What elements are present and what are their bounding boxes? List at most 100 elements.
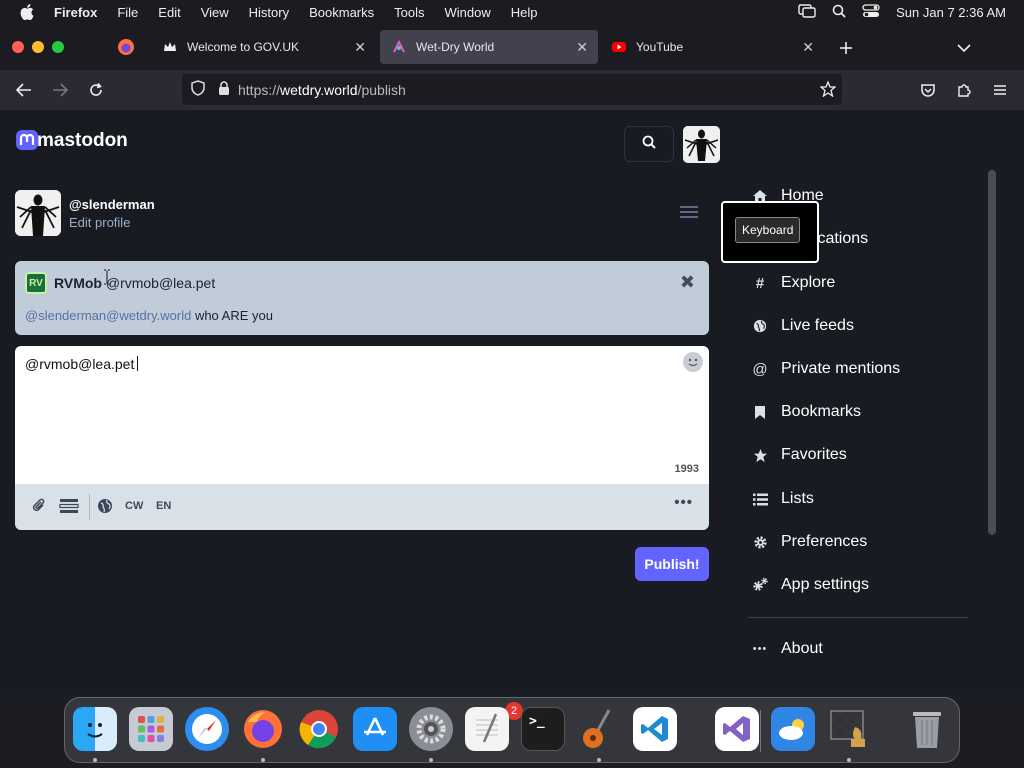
menu-view[interactable]: View [201, 5, 229, 20]
tab-wet-dry-world[interactable]: Wet-Dry World ✕ [380, 30, 598, 64]
nav-item-lists[interactable]: Lists [748, 487, 978, 511]
menu-file[interactable]: File [117, 5, 138, 20]
compose-text[interactable]: @rvmob@lea.pet [25, 356, 139, 372]
control-center-icon[interactable] [862, 3, 880, 21]
tab-gov-uk[interactable]: Welcome to GOV.UK ✕ [151, 30, 376, 64]
close-tab-icon[interactable]: ✕ [576, 39, 588, 56]
profile-card: @slenderman Edit profile [15, 190, 155, 236]
tab-youtube[interactable]: YouTube ✕ [600, 30, 824, 64]
poll-icon[interactable] [59, 498, 79, 517]
running-indicator [261, 758, 265, 762]
menu-window[interactable]: Window [445, 5, 491, 20]
mastodon-logo[interactable]: mastodon [15, 128, 128, 154]
page-scrollbar[interactable] [988, 170, 996, 535]
nav-item-private-mentions[interactable]: @ Private mentions [748, 357, 978, 381]
attach-media-paperclip-icon[interactable] [31, 497, 47, 518]
nav-item-explore[interactable]: # Explore [748, 271, 978, 295]
bookmark-star-icon[interactable] [819, 80, 837, 100]
menu-app-name[interactable]: Firefox [54, 5, 97, 20]
nav-item-bookmarks[interactable]: Bookmarks [748, 400, 978, 424]
safari-icon[interactable] [185, 707, 229, 751]
visibility-globe-icon[interactable] [97, 498, 113, 517]
menu-help[interactable]: Help [511, 5, 538, 20]
toolbar-divider [89, 494, 90, 520]
extensions-puzzle-icon[interactable] [954, 80, 974, 100]
garageband-icon[interactable] [577, 707, 621, 751]
menu-tools[interactable]: Tools [394, 5, 424, 20]
screen-mirror-icon[interactable] [798, 3, 816, 21]
compose-textarea[interactable]: @rvmob@lea.pet 1993 [15, 346, 709, 484]
reply-mention[interactable]: @slenderman@wetdry.world [25, 308, 191, 323]
nav-item-app-settings[interactable]: App settings [748, 573, 978, 597]
reply-author-avatar[interactable]: RV [25, 272, 47, 294]
chess-icon[interactable] [827, 707, 871, 751]
reload-icon[interactable] [86, 80, 106, 100]
page-content: mastodon @slenderman Edit profile RV RVM… [0, 110, 1024, 695]
chrome-icon[interactable] [297, 707, 341, 751]
pocket-icon[interactable] [918, 80, 938, 100]
tab-title: Wet-Dry World [416, 40, 495, 54]
language-button[interactable]: EN [156, 500, 171, 512]
finder-icon[interactable] [73, 707, 117, 751]
nav-label: About [781, 640, 823, 657]
menu-clock[interactable]: Sun Jan 7 2:36 AM [896, 5, 1006, 20]
tracking-protection-shield-icon[interactable] [190, 80, 206, 99]
gov-uk-crown-icon [163, 40, 177, 54]
list-all-tabs-icon[interactable] [954, 38, 974, 58]
at-icon: @ [752, 360, 768, 378]
new-tab-icon[interactable] [836, 38, 856, 58]
url-text[interactable]: https://wetdry.world/publish [238, 82, 406, 98]
textedit-icon[interactable] [465, 707, 509, 751]
more-options-ellipsis-icon[interactable]: ••• [674, 494, 693, 511]
close-tab-icon[interactable]: ✕ [354, 39, 366, 56]
zoom-window-button[interactable] [52, 41, 64, 53]
nav-label: Live feeds [781, 317, 854, 334]
url-bar[interactable]: https://wetdry.world/publish [182, 74, 842, 105]
terminal-icon[interactable]: >_ [521, 707, 565, 751]
firefox-view-icon[interactable] [116, 37, 136, 57]
emoji-picker-icon[interactable] [683, 352, 703, 372]
back-arrow-icon[interactable] [14, 80, 34, 100]
menu-history[interactable]: History [249, 5, 289, 20]
nav-item-live-feeds[interactable]: Live feeds [748, 314, 978, 338]
cancel-reply-close-icon[interactable]: ✖ [680, 272, 695, 293]
hamburger-menu-icon[interactable] [990, 80, 1010, 100]
app-store-icon[interactable] [353, 707, 397, 751]
ellipsis-icon: ••• [752, 643, 768, 655]
launchpad-icon[interactable] [129, 707, 173, 751]
nav-item-preferences[interactable]: Preferences [748, 530, 978, 554]
lock-icon[interactable] [218, 80, 230, 99]
trash-icon[interactable] [905, 707, 949, 751]
publish-button[interactable]: Publish! [635, 547, 709, 581]
close-window-button[interactable] [12, 41, 24, 53]
search-button[interactable] [624, 126, 674, 162]
vscode-icon[interactable] [633, 707, 677, 751]
nav-label: Preferences [781, 533, 868, 550]
nav-item-about[interactable]: ••• About [748, 637, 978, 661]
edit-profile-link[interactable]: Edit profile [69, 215, 155, 230]
nav-item-favorites[interactable]: Favorites [748, 443, 978, 467]
weather-icon[interactable] [771, 707, 815, 751]
visual-studio-icon[interactable] [715, 707, 759, 751]
close-tab-icon[interactable]: ✕ [802, 39, 814, 56]
dock-divider [760, 710, 761, 752]
reply-display-name: RVMob [54, 275, 102, 291]
forward-arrow-icon[interactable] [50, 80, 70, 100]
apple-icon[interactable] [20, 4, 36, 20]
reply-author[interactable]: RVMob @rvmob@lea.pet [54, 275, 215, 291]
minimize-window-button[interactable] [32, 41, 44, 53]
profile-avatar[interactable] [15, 190, 61, 236]
logo-wordmark: mastodon [37, 130, 128, 151]
content-warning-button[interactable]: CW [125, 500, 143, 512]
compose-menu-icon[interactable] [680, 206, 698, 221]
account-avatar[interactable] [683, 126, 720, 163]
profile-handle[interactable]: @slenderman [69, 197, 155, 212]
menu-edit[interactable]: Edit [158, 5, 180, 20]
running-indicator [847, 758, 851, 762]
system-settings-icon[interactable] [409, 707, 453, 751]
menu-bookmarks[interactable]: Bookmarks [309, 5, 374, 20]
spotlight-search-icon[interactable] [832, 4, 846, 21]
wet-dry-world-icon [392, 40, 406, 54]
firefox-icon[interactable] [241, 707, 285, 751]
text-caret [137, 356, 139, 371]
